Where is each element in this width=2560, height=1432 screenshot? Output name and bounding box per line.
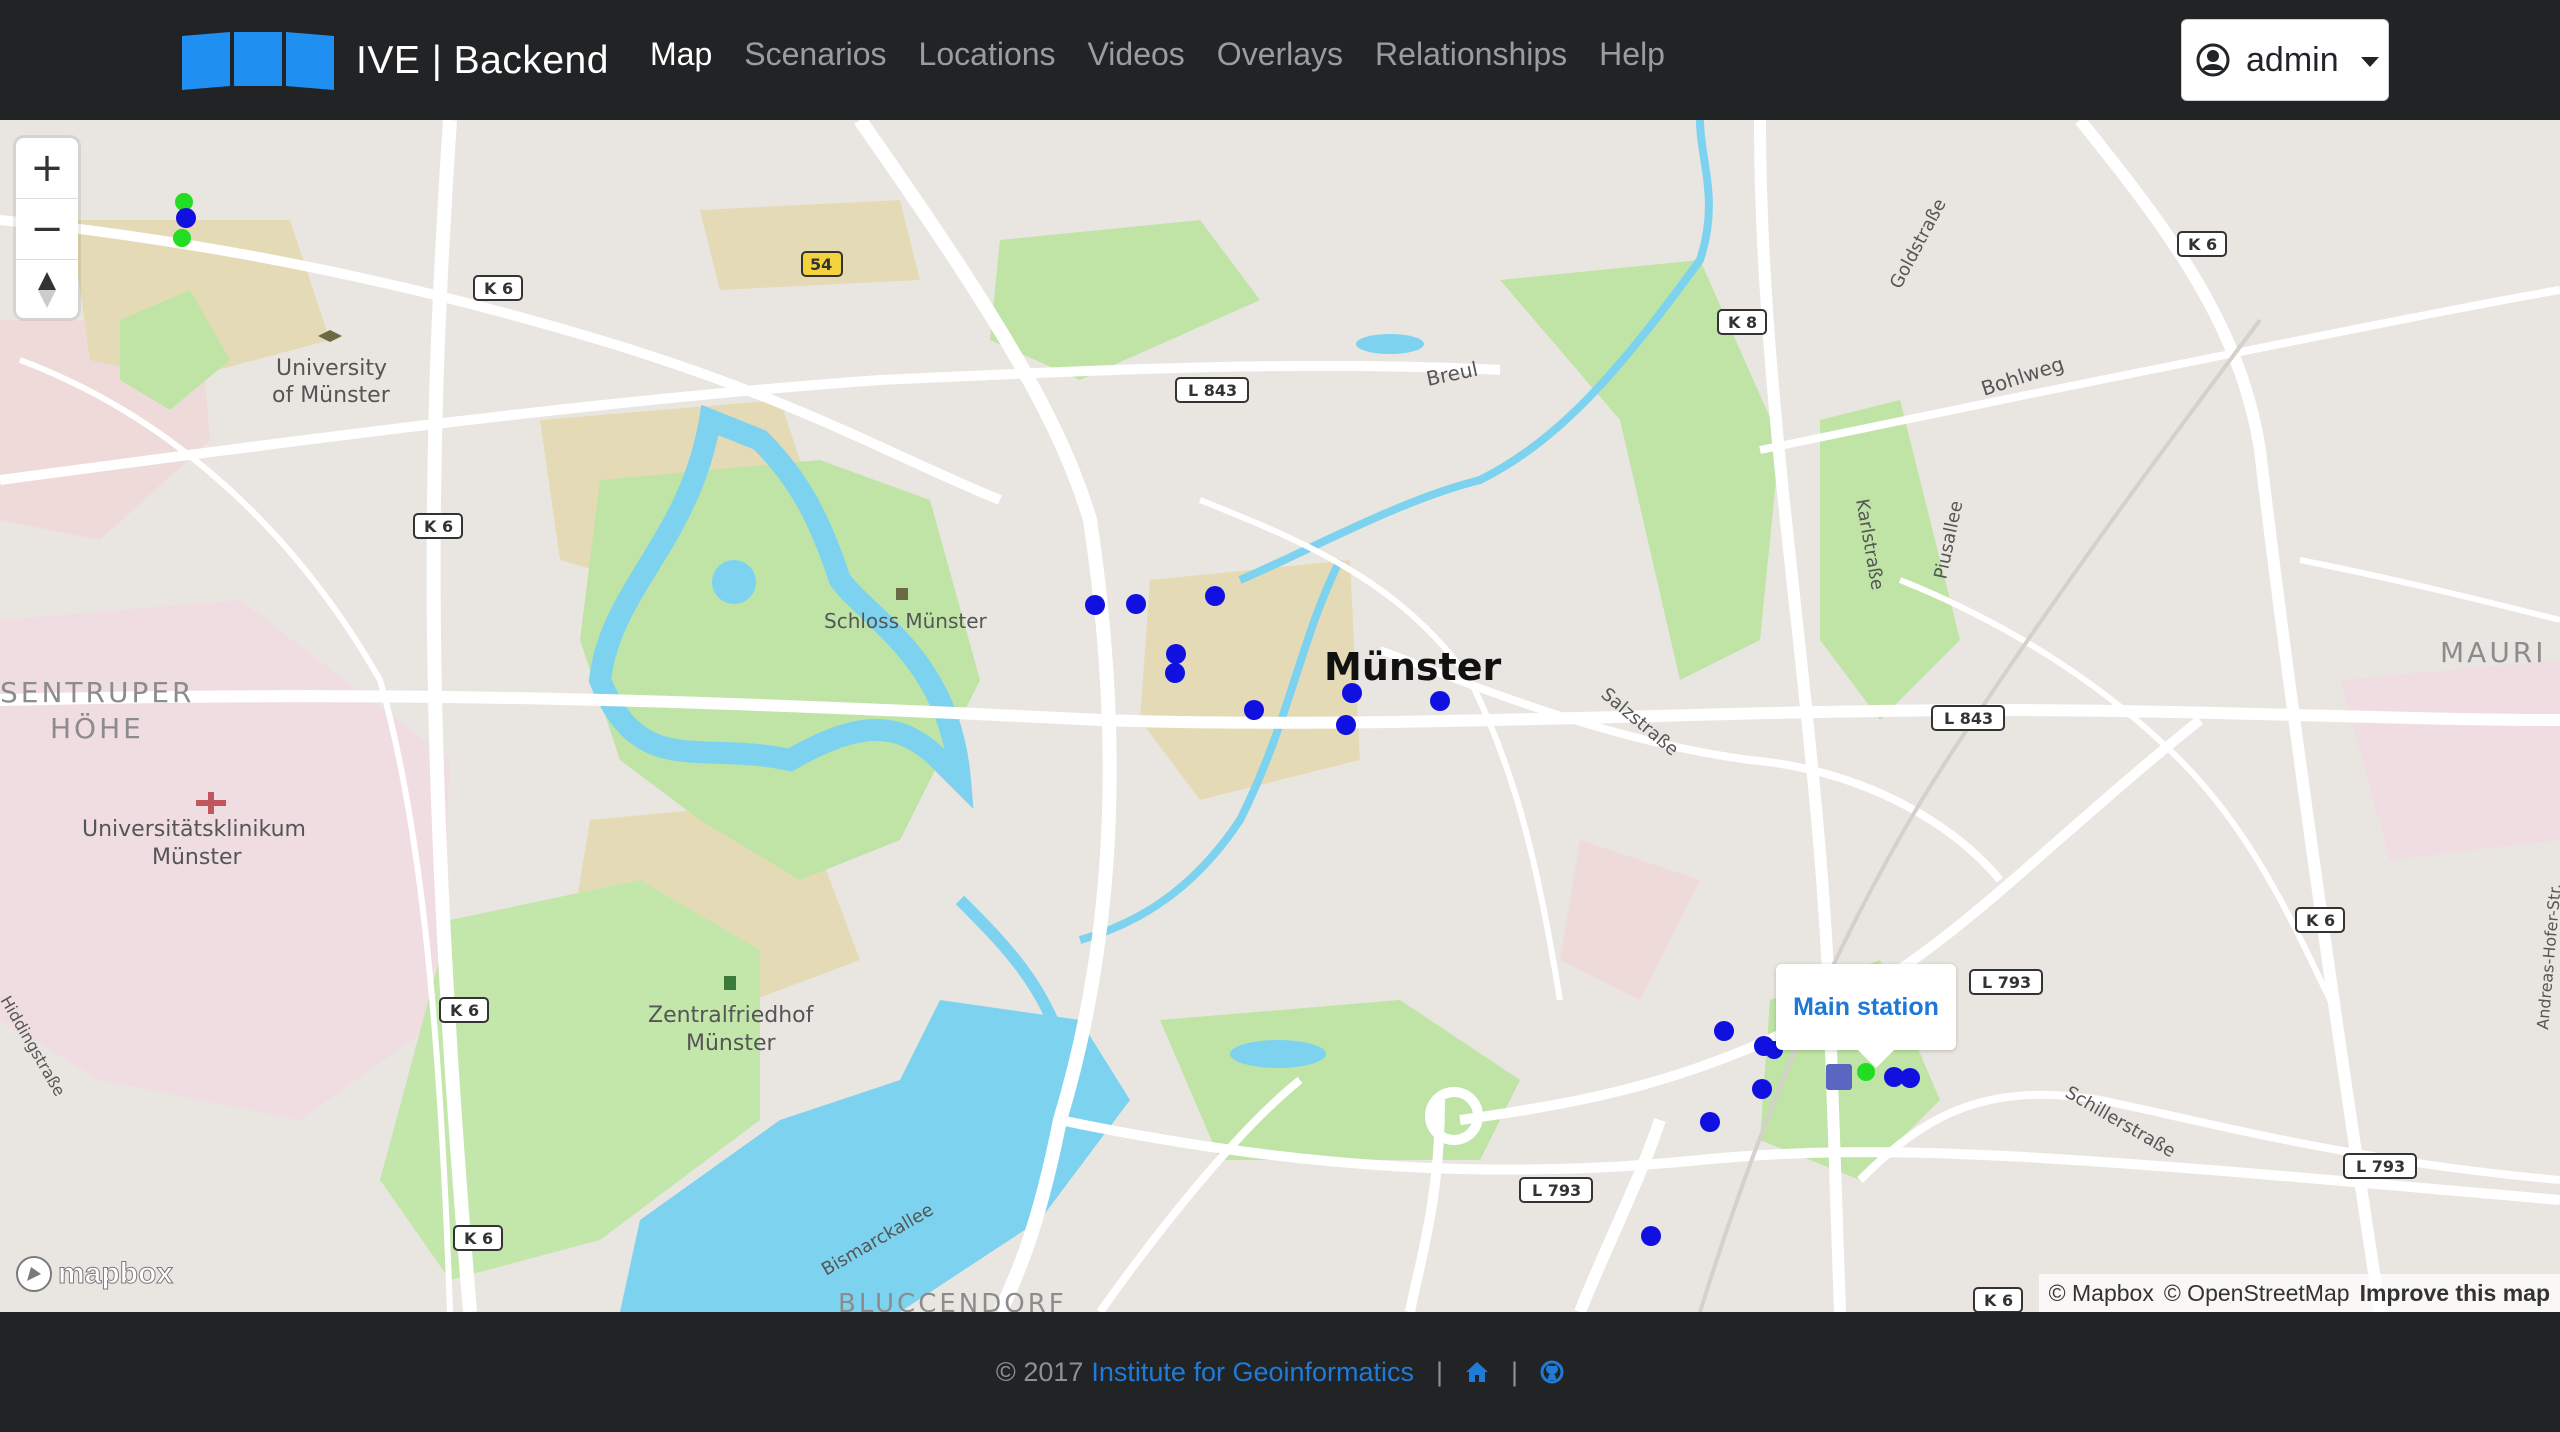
location-marker[interactable] [1126, 594, 1146, 614]
svg-text:K 6: K 6 [484, 279, 513, 298]
location-marker[interactable] [1700, 1112, 1720, 1132]
map-canvas[interactable]: Münster University of Münster Schloss Mü… [0, 120, 2560, 1312]
svg-text:54: 54 [810, 255, 832, 274]
attribution-osm[interactable]: © OpenStreetMap [2164, 1280, 2350, 1307]
chevron-down-icon [2360, 57, 2379, 67]
nav-help[interactable]: Help [1599, 36, 1665, 73]
location-marker[interactable] [1900, 1068, 1920, 1088]
home-link[interactable] [1465, 1361, 1489, 1383]
svg-text:K 6: K 6 [464, 1229, 493, 1248]
nav-overlays[interactable]: Overlays [1217, 36, 1343, 73]
footer-institute-link[interactable]: Institute for Geoinformatics [1091, 1357, 1414, 1388]
street-piusallee: Piusallee [1930, 499, 1967, 581]
zoom-control: + − [16, 138, 78, 318]
svg-text:L 793: L 793 [2356, 1157, 2405, 1176]
label-university-2: of Münster [272, 383, 391, 408]
footer: © 2017 Institute for Geoinformatics | | [0, 1312, 2560, 1432]
label-bluccendorf: BLUCCENDORF [838, 1289, 1067, 1312]
footer-separator: | [1436, 1356, 1444, 1387]
location-marker[interactable] [176, 208, 196, 228]
map-popup[interactable]: Main station [1776, 964, 1956, 1068]
label-friedhof: Zentralfriedhof [648, 1003, 815, 1028]
svg-text:K 6: K 6 [424, 517, 453, 536]
label-university: University [276, 356, 387, 381]
mapbox-logo[interactable]: mapbox [14, 1254, 174, 1294]
main-nav: Map Scenarios Locations Videos Overlays … [650, 36, 1697, 73]
user-name: admin [2246, 40, 2339, 79]
improve-map-link[interactable]: Improve this map [2360, 1280, 2550, 1307]
user-menu-button[interactable]: admin [2181, 19, 2389, 101]
train-station-icon [1826, 1064, 1852, 1090]
svg-text:K 8: K 8 [1728, 313, 1757, 332]
footer-separator: | [1511, 1356, 1519, 1387]
github-link[interactable] [1540, 1360, 1564, 1384]
north-arrow-icon [38, 272, 56, 308]
land-use-areas [0, 200, 2560, 1120]
mapbox-logo-text: mapbox [57, 1257, 174, 1291]
svg-text:K 6: K 6 [450, 1001, 479, 1020]
location-marker[interactable] [1752, 1079, 1772, 1099]
footer-copyright: © 2017 [995, 1356, 1084, 1387]
castle-icon [896, 588, 908, 600]
ive-logo [182, 32, 334, 90]
github-icon [1540, 1360, 1564, 1384]
label-mauri: MAURI [2440, 636, 2547, 669]
svg-text:L 793: L 793 [1982, 973, 2031, 992]
label-schloss: Schloss Münster [824, 609, 988, 633]
svg-text:K 6: K 6 [1984, 1291, 2013, 1310]
nav-locations[interactable]: Locations [919, 36, 1056, 73]
mapbox-logo-icon [16, 1256, 52, 1292]
location-marker[interactable] [1430, 691, 1450, 711]
svg-text:L 843: L 843 [1188, 381, 1237, 400]
svg-text:K 6: K 6 [2188, 235, 2217, 254]
nav-scenarios[interactable]: Scenarios [744, 36, 886, 73]
location-marker[interactable] [1165, 663, 1185, 683]
location-marker[interactable] [1244, 700, 1264, 720]
location-marker[interactable] [1336, 715, 1356, 735]
location-marker[interactable] [1205, 586, 1225, 606]
location-marker[interactable] [1714, 1021, 1734, 1041]
user-circle-icon [2196, 43, 2230, 77]
city-label: Münster [1324, 645, 1501, 689]
brand[interactable]: IVE | Backend [180, 30, 609, 92]
location-marker[interactable] [1641, 1226, 1661, 1246]
label-sentruper: SENTRUPER [0, 676, 195, 709]
street-andreas-hofer: Andreas-Hofer-Str. [2533, 883, 2560, 1031]
svg-text:L 843: L 843 [1944, 709, 1993, 728]
street-goldstrasse: Goldstraße [1886, 195, 1951, 292]
svg-text:K 6: K 6 [2306, 911, 2335, 930]
street-breul: Breul [1424, 357, 1480, 391]
nav-map[interactable]: Map [650, 36, 712, 73]
zoom-in-button[interactable]: + [16, 138, 78, 199]
label-klinikum-2: Münster [152, 845, 242, 870]
zoom-out-button[interactable]: − [16, 199, 78, 260]
popup-title: Main station [1793, 992, 1939, 1021]
location-marker[interactable] [1166, 644, 1186, 664]
attribution-mapbox[interactable]: © Mapbox [2049, 1280, 2154, 1307]
compass-button[interactable] [16, 260, 78, 320]
location-marker[interactable] [1342, 683, 1362, 703]
nav-relationships[interactable]: Relationships [1375, 36, 1567, 73]
label-hoehe: HÖHE [50, 711, 144, 745]
street-schillerstrasse: Schillerstraße [2062, 1082, 2179, 1162]
label-klinikum: Universitätsklinikum [82, 817, 306, 842]
home-icon [1466, 1362, 1489, 1382]
top-navbar: IVE | Backend Map Scenarios Locations Vi… [0, 0, 2560, 120]
label-friedhof-2: Münster [686, 1031, 776, 1056]
cemetery-icon [724, 976, 736, 990]
location-marker[interactable] [1085, 595, 1105, 615]
map-attribution: © Mapbox © OpenStreetMap Improve this ma… [2038, 1274, 2560, 1312]
brand-title[interactable]: IVE | Backend [356, 39, 609, 83]
nav-videos[interactable]: Videos [1088, 36, 1185, 73]
location-marker[interactable] [173, 229, 191, 247]
svg-text:L 793: L 793 [1532, 1181, 1581, 1200]
map-view[interactable]: Münster University of Münster Schloss Mü… [0, 120, 2560, 1312]
